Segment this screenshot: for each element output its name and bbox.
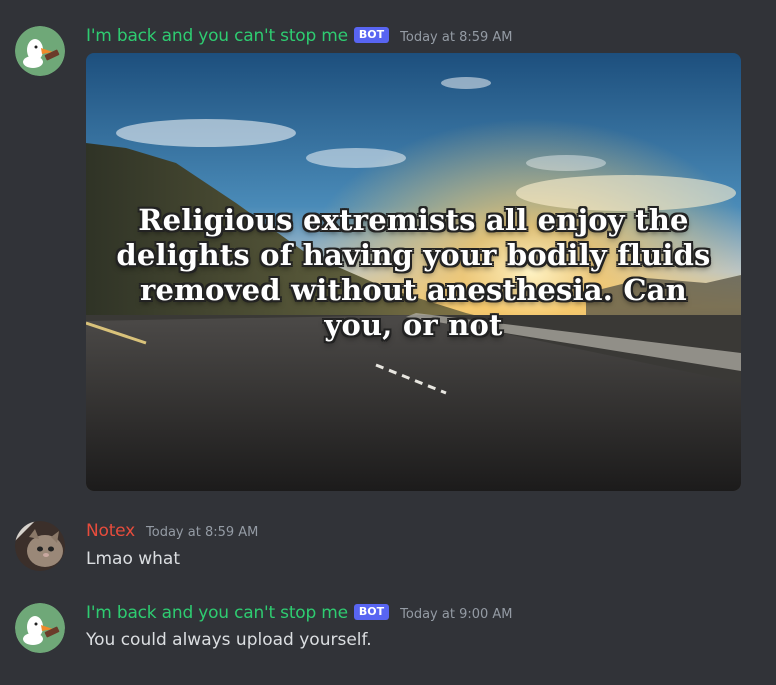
cat-avatar-icon[interactable] bbox=[15, 521, 65, 571]
username[interactable]: Notex bbox=[86, 521, 135, 541]
timestamp[interactable]: Today at 8:59 AM bbox=[146, 525, 258, 540]
message-header: I'm back and you can't stop me BOT Today… bbox=[86, 26, 513, 46]
message-header: I'm back and you can't stop me BOT Today… bbox=[86, 603, 513, 623]
timestamp[interactable]: Today at 9:00 AM bbox=[400, 607, 512, 622]
message-text: You could always upload yourself. bbox=[86, 630, 372, 650]
image-caption: Religious extremists all enjoy the delig… bbox=[116, 203, 711, 342]
image-attachment[interactable]: Religious extremists all enjoy the delig… bbox=[86, 53, 741, 491]
username[interactable]: I'm back and you can't stop me bbox=[86, 26, 348, 46]
username[interactable]: I'm back and you can't stop me bbox=[86, 603, 348, 623]
goose-avatar-icon[interactable] bbox=[15, 603, 65, 653]
message-header: Notex Today at 8:59 AM bbox=[86, 521, 258, 541]
bot-tag: BOT bbox=[353, 27, 390, 43]
bot-tag: BOT bbox=[353, 604, 390, 620]
timestamp[interactable]: Today at 8:59 AM bbox=[400, 30, 512, 45]
goose-avatar-icon[interactable] bbox=[15, 26, 65, 76]
chat-messages: I'm back and you can't stop me BOT Today… bbox=[0, 0, 776, 685]
message-text: Lmao what bbox=[86, 549, 181, 569]
